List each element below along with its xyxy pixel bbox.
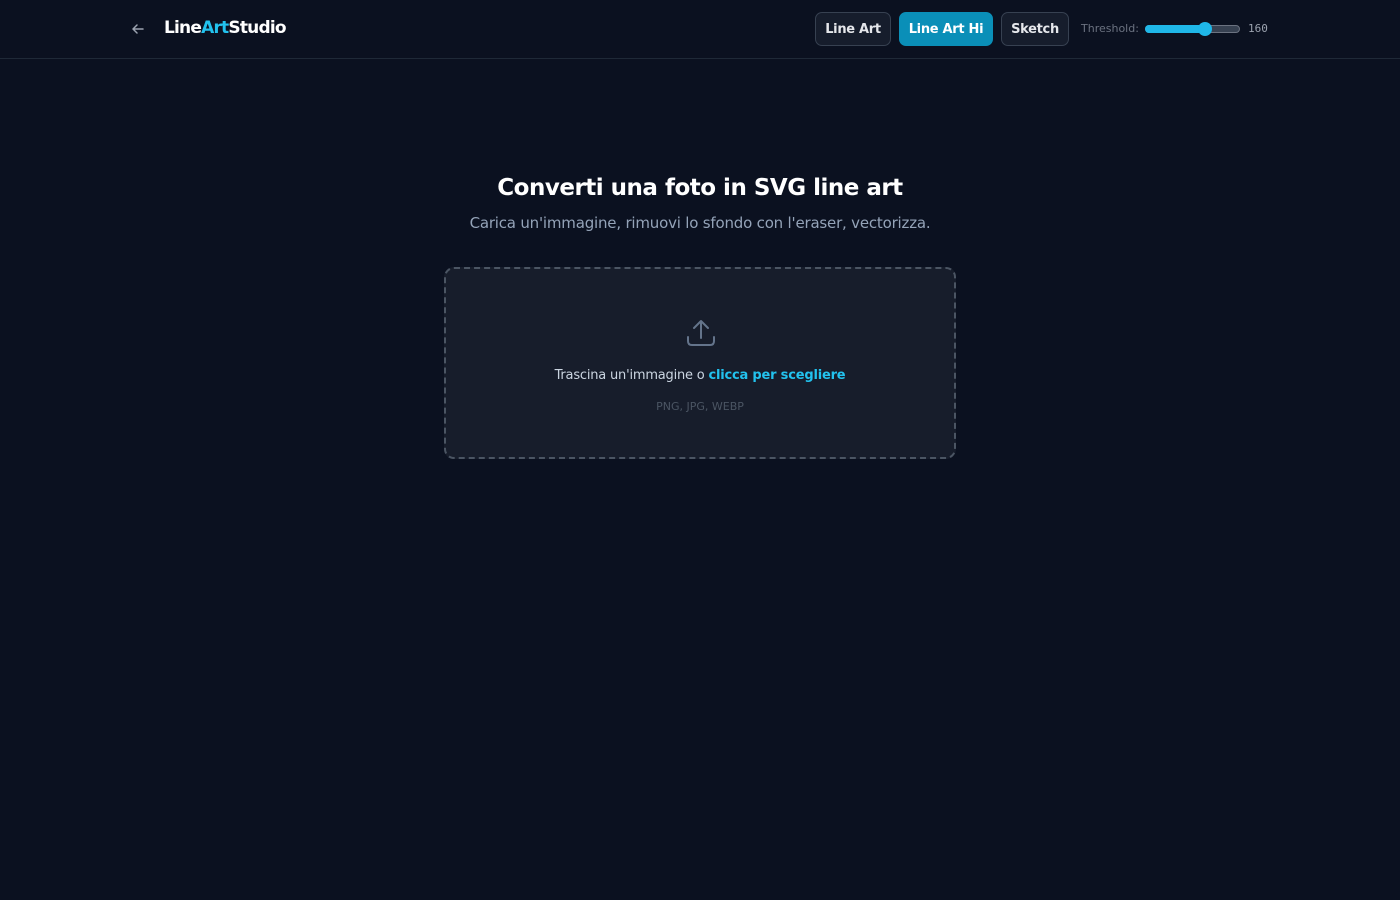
threshold-value: 160 (1248, 22, 1268, 35)
mode-sketch-button[interactable]: Sketch (1001, 12, 1069, 46)
mode-line-art-hi-button[interactable]: Line Art Hi (899, 12, 993, 46)
logo-line: Line (164, 18, 202, 38)
choose-file-link[interactable]: clicca per scegliere (708, 368, 845, 383)
page-subtitle: Carica un'immagine, rimuovi lo sfondo co… (469, 214, 931, 232)
dropzone-text: Trascina un'immagine o (554, 368, 705, 383)
mode-line-art-button[interactable]: Line Art (815, 12, 891, 46)
top-bar: LineArtStudio Line Art Line Art Hi Sketc… (0, 0, 1400, 59)
slider-thumb[interactable] (1197, 22, 1212, 36)
supported-formats: PNG, JPG, WEBP (656, 400, 744, 413)
back-button[interactable] (128, 19, 148, 39)
page-title: Converti una foto in SVG line art (497, 175, 903, 201)
slider-fill (1145, 25, 1205, 33)
arrow-left-icon (132, 24, 144, 34)
dropzone-instructions: Trascina un'immagine o clicca per scegli… (446, 368, 954, 383)
logo-art: Art (201, 18, 229, 38)
threshold-slider[interactable] (1145, 22, 1240, 36)
upload-icon (687, 320, 715, 346)
upload-dropzone[interactable]: Trascina un'immagine o clicca per scegli… (444, 267, 956, 459)
threshold-label: Threshold: (1081, 22, 1139, 35)
logo-studio: Studio (228, 18, 286, 38)
app-logo[interactable]: LineArtStudio (164, 18, 287, 38)
